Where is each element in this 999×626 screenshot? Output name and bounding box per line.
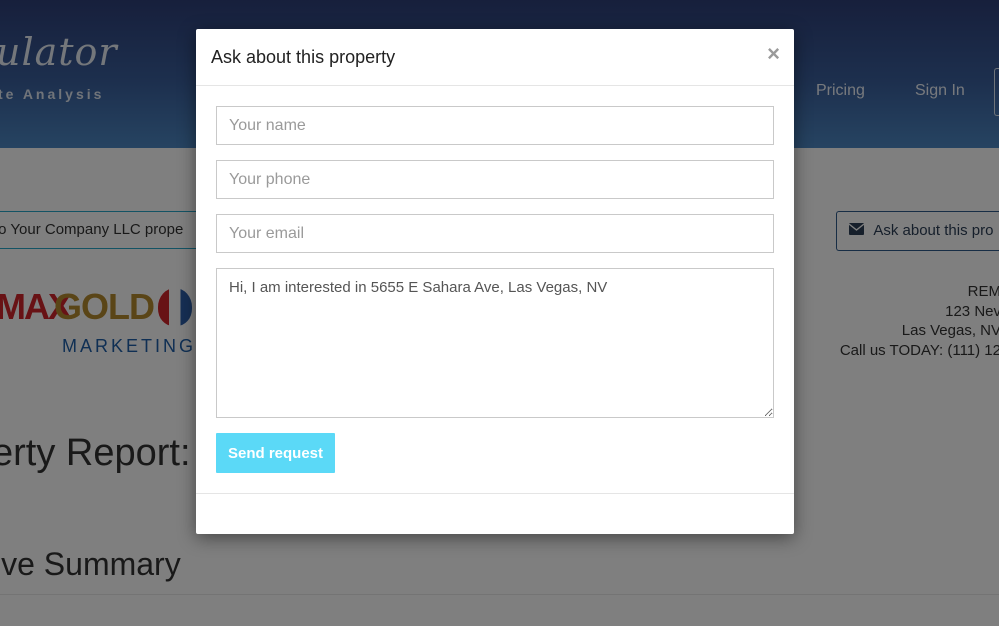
email-input[interactable] <box>216 214 774 253</box>
modal-title: Ask about this property <box>211 47 396 67</box>
modal-footer-divider <box>196 493 794 494</box>
message-textarea[interactable]: Hi, I am interested in 5655 E Sahara Ave… <box>216 268 774 418</box>
phone-input[interactable] <box>216 160 774 199</box>
close-icon[interactable]: × <box>767 43 780 65</box>
ask-property-modal: Ask about this property × Hi, I am inter… <box>196 29 794 534</box>
send-request-button[interactable]: Send request <box>216 433 335 473</box>
name-input[interactable] <box>216 106 774 145</box>
modal-header: Ask about this property × <box>196 29 794 86</box>
